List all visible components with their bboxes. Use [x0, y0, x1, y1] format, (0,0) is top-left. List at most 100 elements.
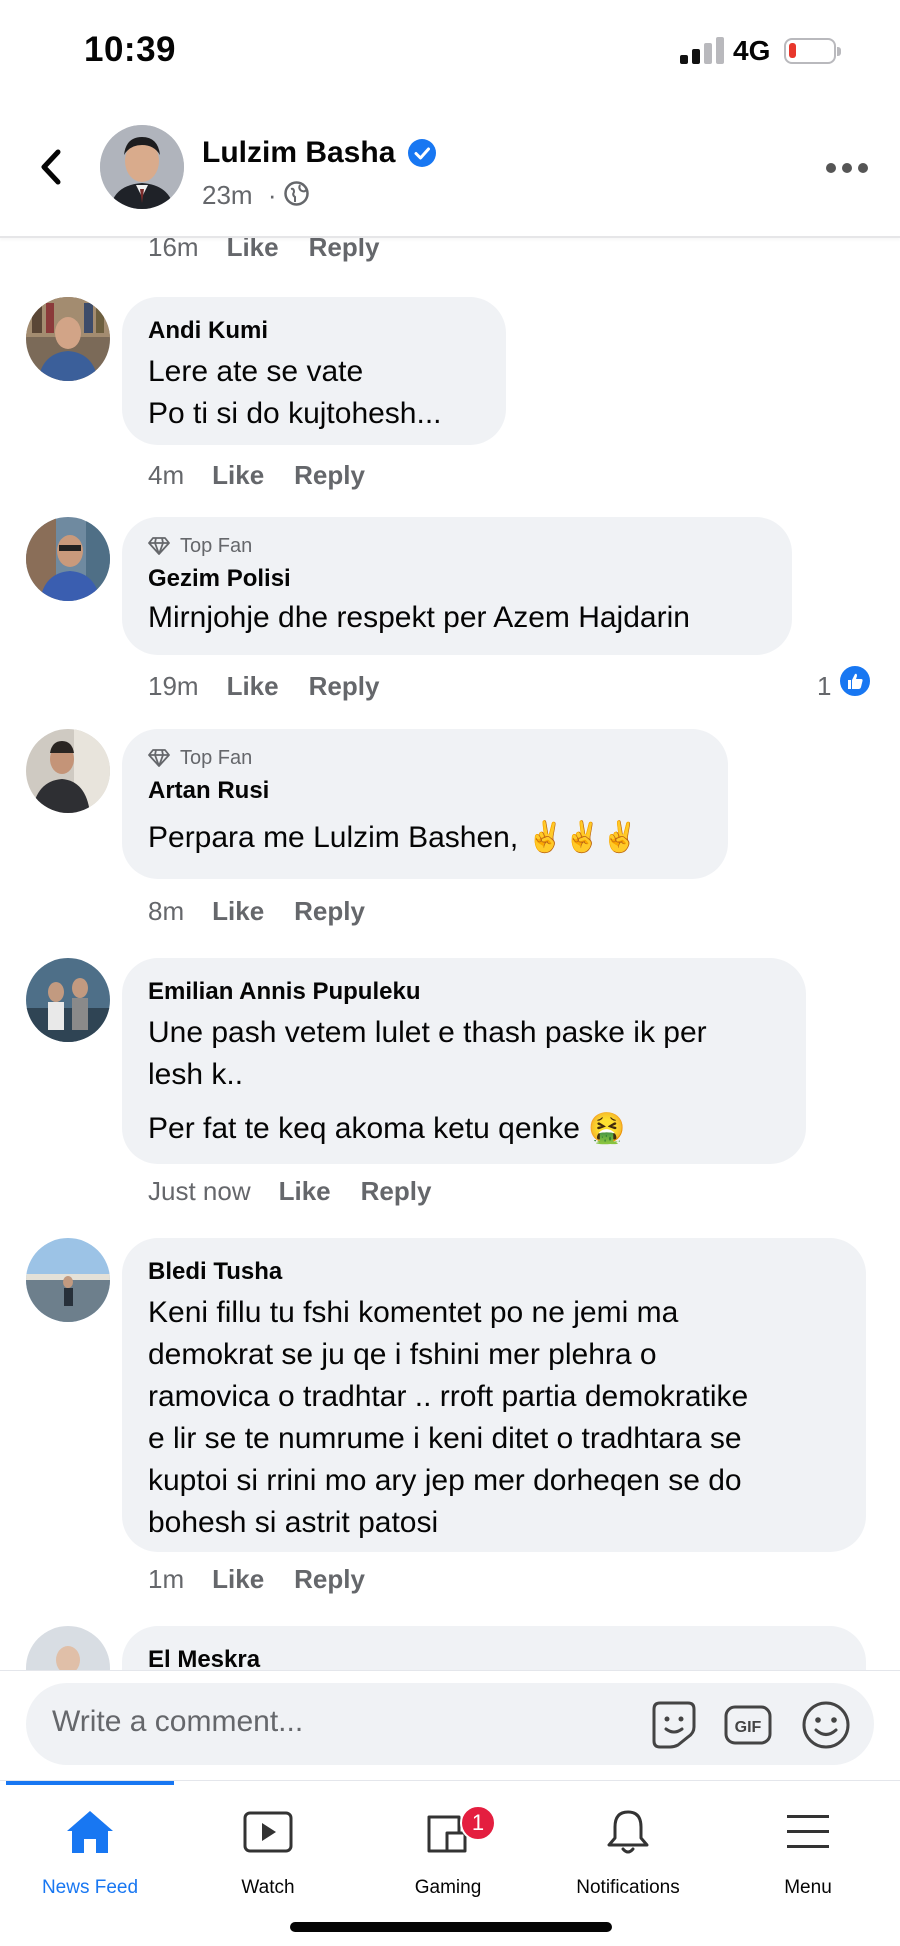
comment-time: 19m: [148, 671, 199, 701]
gif-icon[interactable]: GIF: [720, 1697, 776, 1753]
comment-text-line: Per fat te keq akoma ketu qenke 🤮: [148, 1112, 626, 1145]
home-icon: [67, 1811, 113, 1853]
emoji-icon[interactable]: [798, 1697, 854, 1753]
comment-input-placeholder: Write a comment...: [52, 1705, 304, 1738]
author-avatar[interactable]: [100, 125, 184, 209]
meta-separator: ·: [267, 180, 277, 210]
back-icon[interactable]: [32, 142, 72, 192]
post-header: Lulzim Basha 23m ·: [0, 100, 900, 238]
comment-text-line: kuptoi si rrini mo ary jep mer dorheqen …: [148, 1464, 742, 1497]
home-indicator[interactable]: [290, 1922, 612, 1932]
comment-time: 16m: [148, 238, 199, 262]
comment-actions: 4m Like Reply: [148, 460, 365, 491]
tab-news-feed[interactable]: News Feed: [0, 1799, 180, 1909]
tab-label: Menu: [784, 1877, 832, 1898]
reply-button[interactable]: Reply: [294, 896, 365, 926]
reply-button[interactable]: Reply: [294, 1564, 365, 1594]
tab-label: News Feed: [41, 1877, 139, 1898]
more-options-icon[interactable]: [826, 160, 870, 176]
commenter-avatar[interactable]: [26, 1626, 110, 1670]
battery-icon: [784, 38, 841, 64]
globe-icon: [284, 181, 309, 206]
comment-text-line: lesh k..: [148, 1058, 244, 1091]
tab-watch[interactable]: Watch: [178, 1799, 358, 1909]
tab-label: Gaming: [414, 1877, 482, 1898]
comment-time: 1m: [148, 1564, 185, 1594]
bell-icon: [607, 1810, 649, 1854]
author-name[interactable]: Lulzim Basha: [202, 136, 395, 170]
comment-time: Just now: [148, 1176, 251, 1206]
reply-button[interactable]: Reply: [309, 671, 380, 701]
notification-badge: 1: [460, 1805, 496, 1841]
comment-text-line: bohesh si astrit patosi: [148, 1506, 439, 1539]
comment-text-line: ramovica o tradhtar .. rroft partia demo…: [148, 1380, 749, 1413]
reply-button[interactable]: Reply: [361, 1176, 432, 1206]
comment-time: 4m: [148, 460, 185, 490]
top-fan-label: Top Fan: [180, 746, 253, 769]
commenter-avatar[interactable]: [26, 958, 110, 1042]
sticker-icon[interactable]: [646, 1697, 702, 1753]
diamond-icon: [148, 749, 170, 767]
comment-text-line: Po ti si do kujtohesh...: [148, 397, 442, 430]
status-bar: 10:39 4G: [0, 0, 900, 100]
comment-author[interactable]: Bledi Tusha: [148, 1258, 840, 1286]
like-button[interactable]: Like: [279, 1176, 331, 1206]
menu-icon: [787, 1815, 829, 1848]
comment-bubble[interactable]: El Meskra: [122, 1626, 866, 1670]
comment-bubble[interactable]: Top Fan Artan Rusi Perpara me Lulzim Bas…: [122, 729, 728, 879]
comment-text-line: Lere ate se vate: [148, 355, 364, 388]
comment-input[interactable]: Write a comment... GIF: [26, 1683, 874, 1765]
active-tab-indicator: [6, 1781, 174, 1785]
tab-label: Notifications: [576, 1877, 680, 1898]
comment-bubble[interactable]: Andi Kumi Lere ate se vate Po ti si do k…: [122, 297, 506, 445]
comment-actions: 19m Like Reply: [148, 671, 379, 702]
like-button[interactable]: Like: [212, 1564, 264, 1594]
like-button[interactable]: Like: [227, 671, 279, 701]
commenter-avatar[interactable]: [26, 729, 110, 813]
comment-bubble[interactable]: Bledi Tusha Keni fillu tu fshi komentet …: [122, 1238, 866, 1552]
watch-icon: [243, 1811, 293, 1853]
reply-button[interactable]: Reply: [294, 460, 365, 490]
like-reaction-icon: [838, 664, 872, 698]
comment-bubble[interactable]: Top Fan Gezim Polisi Mirnjohje dhe respe…: [122, 517, 792, 655]
commenter-avatar[interactable]: [26, 1238, 110, 1322]
comment-text-line: Mirnjohje dhe respekt per Azem Hajdarin: [148, 601, 690, 634]
comment-text-line: Une pash vetem lulet e thash paske ik pe…: [148, 1016, 707, 1049]
comment-text-line: demokrat se ju qe i fshini mer plehra o: [148, 1338, 657, 1371]
comment-bubble[interactable]: Emilian Annis Pupuleku Une pash vetem lu…: [122, 958, 806, 1164]
tab-menu[interactable]: Menu: [718, 1799, 898, 1909]
reply-button[interactable]: Reply: [309, 238, 380, 262]
status-time: 10:39: [84, 30, 177, 69]
previous-comment-actions: 16m Like Reply: [148, 238, 379, 263]
comment-author[interactable]: Emilian Annis Pupuleku: [148, 978, 780, 1006]
comment-author[interactable]: Artan Rusi: [148, 777, 702, 805]
network-type: 4G: [733, 35, 771, 66]
like-button[interactable]: Like: [212, 896, 264, 926]
top-fan-label: Top Fan: [180, 534, 253, 557]
signal-strength-icon: [680, 36, 724, 64]
comment-composer: Write a comment... GIF: [0, 1670, 900, 1780]
diamond-icon: [148, 537, 170, 555]
comment-author[interactable]: Gezim Polisi: [148, 565, 766, 593]
reaction-count[interactable]: 1: [817, 671, 831, 702]
comment-time: 8m: [148, 896, 185, 926]
verified-badge-icon: [408, 139, 436, 167]
comment-list[interactable]: 16m Like Reply Andi Kumi Lere ate se vate …: [0, 238, 900, 1670]
svg-text:GIF: GIF: [735, 1719, 762, 1736]
comment-actions: 1m Like Reply: [148, 1564, 365, 1595]
like-button[interactable]: Like: [212, 460, 264, 490]
comment-text-line: Perpara me Lulzim Bashen, ✌️✌️✌️: [148, 821, 639, 854]
comment-text-line: e lir se te numrume i keni ditet o tradh…: [148, 1422, 742, 1455]
comment-author[interactable]: Andi Kumi: [148, 317, 480, 345]
post-time: 23m: [202, 180, 253, 210]
commenter-avatar[interactable]: [26, 517, 110, 601]
tab-gaming[interactable]: 1 Gaming: [358, 1799, 538, 1909]
top-fan-badge: Top Fan: [148, 745, 702, 771]
like-button[interactable]: Like: [227, 238, 279, 262]
tab-label: Watch: [241, 1877, 295, 1898]
comment-text-line: Keni fillu tu fshi komentet po ne jemi m…: [148, 1296, 679, 1329]
tab-notifications[interactable]: Notifications: [538, 1799, 718, 1909]
comment-author[interactable]: El Meskra: [148, 1646, 840, 1670]
commenter-avatar[interactable]: [26, 297, 110, 381]
post-meta: 23m ·: [202, 180, 276, 211]
